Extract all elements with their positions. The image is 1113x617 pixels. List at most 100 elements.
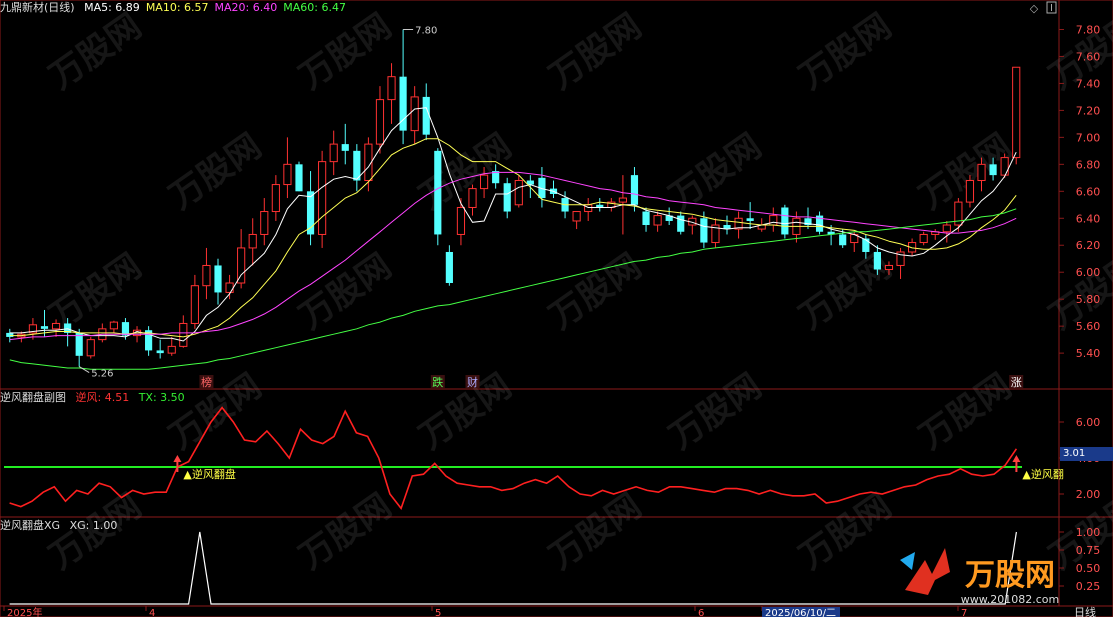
signal-label: ▲逆风翻: [1022, 467, 1063, 481]
y-tick-label: 7.40: [1076, 77, 1101, 90]
candle-body-down: [295, 164, 303, 192]
y-tick-label: 5.40: [1076, 347, 1101, 360]
chart-stage: 万股网 万股网 万股网 万股网 万股网 万股网 万股网 万股网 万股网 万股网 万股网 万股网 万股网万…: [0, 0, 1113, 617]
watermark-text: 万股网: [542, 246, 648, 337]
xg-line: [9, 531, 1017, 605]
candle-body-up: [179, 322, 188, 347]
watermark-text: 万股网: [292, 6, 398, 97]
low-marker-line: [78, 366, 90, 374]
y-tick-label: 6.80: [1076, 158, 1101, 171]
watermark-text: 万股网: [162, 366, 268, 457]
sub2-title[interactable]: 逆风翻盘XG: [0, 519, 60, 532]
y-tick-label: 5.80: [1076, 293, 1101, 306]
candle-body-up: [965, 180, 975, 203]
candle-body-up: [884, 264, 894, 271]
candle-body-up: [1012, 66, 1021, 159]
date-label: 6: [698, 608, 704, 617]
watermark-text: 万股网: [662, 366, 768, 457]
candle-body-down: [873, 251, 881, 270]
candle-body-up: [225, 282, 234, 293]
signal-label: ▲逆风翻盘: [183, 467, 235, 481]
candle-body-down: [341, 144, 349, 151]
sub1-tx-value: TX: 3.50: [138, 391, 185, 404]
logo-url: www.201082.com: [961, 593, 1059, 606]
candle-body-up: [653, 215, 662, 226]
date-label: 7: [961, 608, 967, 617]
candle-body-down: [746, 218, 754, 221]
y-tick-label: 0.50: [1076, 562, 1101, 575]
candle-body-down: [781, 207, 789, 235]
ma-line-ma10: [9, 138, 1017, 338]
candle-body-down: [700, 218, 708, 243]
candle-body-up: [468, 188, 477, 208]
logo-text: 万股网: [965, 558, 1055, 593]
candle-body-up: [919, 233, 928, 244]
diamond-icon: ◇: [1030, 2, 1039, 15]
y-tick-label: 7.80: [1076, 23, 1101, 36]
candle-body-up: [190, 285, 199, 324]
candle-body-up: [51, 322, 61, 330]
candle-body-up: [977, 163, 986, 182]
y-tick-label: 1.00: [1076, 526, 1101, 539]
candle-body-up: [410, 96, 419, 132]
candle-body-down: [75, 332, 83, 356]
y-tick-label: 7.60: [1076, 50, 1101, 63]
ma-legend-item: MA10: 6.57: [145, 1, 209, 14]
low-label: 5.26: [91, 369, 113, 380]
y-tick-label: 7.20: [1076, 104, 1101, 117]
candle-body-down: [503, 183, 511, 212]
y-tick-label: 6.20: [1076, 239, 1101, 252]
candle-body-down: [642, 211, 650, 226]
candle-body-down: [677, 215, 685, 232]
candle-body-up: [237, 247, 246, 284]
stock-title[interactable]: 九鼎新材(日线): [0, 1, 75, 14]
ma-legend: MA5: 6.89 MA10: 6.57 MA20: 6.40 MA60: 6.47: [84, 1, 352, 14]
candle-body-down: [862, 238, 870, 252]
candle-body-up: [375, 99, 385, 145]
candle-body-up: [387, 76, 396, 101]
y-tick-label: 0.25: [1076, 580, 1101, 593]
candle-body-down: [6, 332, 14, 337]
high-label: 7.80: [415, 25, 437, 36]
y-tick-label: 6.40: [1076, 212, 1101, 225]
sub1-nf-value: 逆风: 4.51: [75, 391, 130, 404]
event-tag: 榜: [201, 375, 212, 389]
y-tick-label: 6.00: [1076, 266, 1101, 279]
sub2-xg-value: XG: 1.00: [69, 519, 118, 532]
candle-body-up: [271, 184, 280, 213]
period-label: 日线: [1074, 605, 1096, 617]
candle-body-up: [260, 211, 269, 235]
sub2-panel-header: 逆风翻盘XG XG: 1.00: [0, 518, 123, 534]
sub1-title[interactable]: 逆风翻盘副图: [0, 391, 66, 404]
candle-body-down: [630, 175, 639, 205]
candle-body-up: [1000, 157, 1009, 176]
date-label: 2025年: [7, 606, 42, 617]
ma-legend-item: MA20: 6.40: [214, 1, 278, 14]
event-tag: 涨: [1011, 376, 1022, 389]
event-tag: 财: [467, 375, 478, 389]
candle-body-up: [109, 321, 118, 330]
y-tick-label: 6.00: [1076, 416, 1101, 429]
candle-body-down: [214, 265, 222, 293]
stock-chart[interactable]: 万股网 万股网 万股网 万股网 万股网万股网 万股网 万股网 万股网万股网 万股网 万股网 万股网万…: [0, 0, 1113, 617]
date-label: 4: [149, 608, 155, 617]
watermark-text: 万股网: [542, 486, 648, 577]
watermark-text: 万股网: [412, 366, 518, 457]
candle-body-up: [318, 161, 327, 235]
y-tick-label: 2.00: [1076, 488, 1101, 501]
candle-body-up: [769, 215, 778, 226]
y-tick-label: 5.60: [1076, 320, 1101, 333]
nf-line: [9, 406, 1018, 511]
ma-legend-item: MA60: 6.47: [283, 1, 346, 14]
sub1-panel-header: 逆风翻盘副图 逆风: 4.51 TX: 3.50: [0, 390, 191, 406]
candle-body-down: [422, 96, 430, 135]
watermark-text: 万股网: [412, 126, 518, 217]
main-panel-header: 九鼎新材(日线) MA5: 6.89 MA10: 6.57 MA20: 6.40 MA…: [0, 0, 358, 16]
candle-body-up: [618, 197, 627, 203]
candle-body-up: [329, 143, 338, 163]
candle-body-up: [202, 264, 211, 287]
date-label: 2025/06/10/二: [765, 608, 836, 617]
y-tick-label: 6.60: [1076, 185, 1101, 198]
y-tick-label: 0.75: [1076, 544, 1101, 557]
watermark-text: 万股网: [292, 486, 398, 577]
